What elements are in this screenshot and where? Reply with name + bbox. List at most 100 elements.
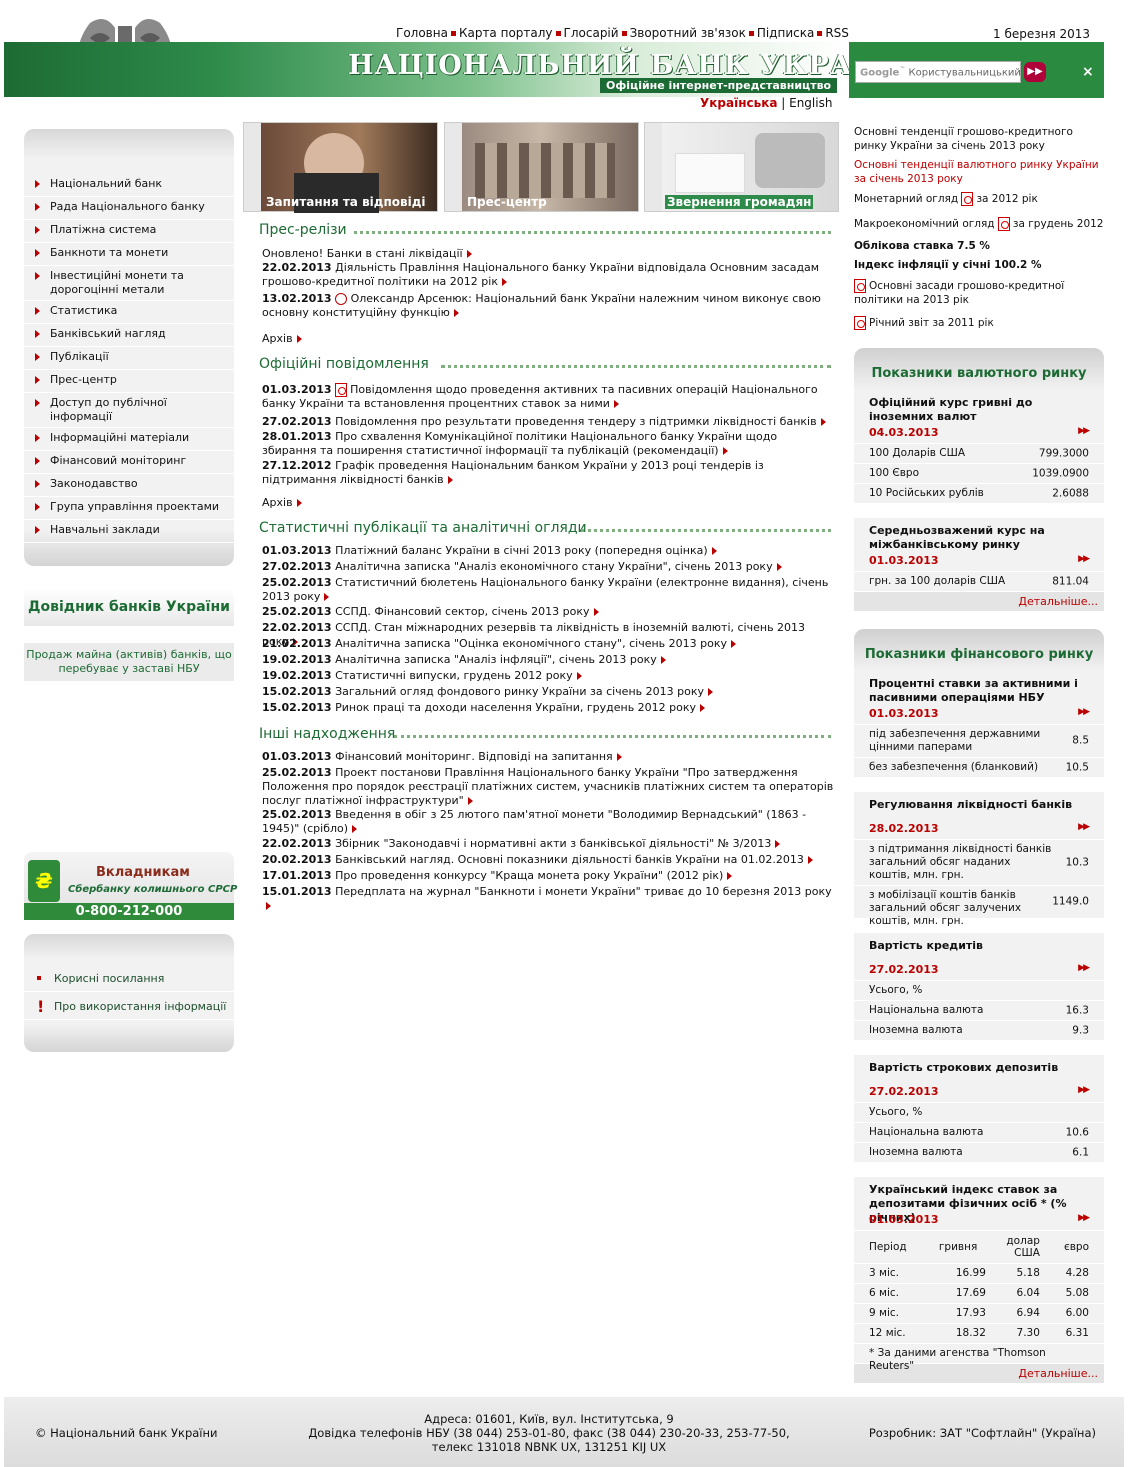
photo-press-center[interactable]: Прес-центр	[444, 122, 639, 212]
double-arrow-icon: ▶▶	[1078, 426, 1090, 436]
deposit-row: Національна валюта 10.6	[854, 1123, 1104, 1143]
archive-link[interactable]: Архів	[262, 332, 834, 346]
rates-date[interactable]: 01.03.2013 ▶▶	[854, 703, 1104, 725]
rate-row: під забезпечення державними цінними папе…	[854, 725, 1104, 758]
news-item[interactable]: 19.02.2013 Аналітична записка "Аналіз ін…	[262, 653, 834, 667]
news-item[interactable]: 27.02.2013 Повідомлення про результати п…	[262, 415, 834, 429]
section-official[interactable]: Офіційні повідомлення	[259, 356, 831, 372]
news-item[interactable]: 27.12.2012 Графік проведення Національни…	[262, 459, 834, 487]
news-item[interactable]: 27.02.2013 Аналітична записка "Аналіз ек…	[262, 560, 834, 574]
menu-item[interactable]: Інвестиційні монети та дорогоцінні метал…	[24, 266, 234, 301]
asset-sale-link[interactable]: Продаж майна (активів) банків, що перебу…	[24, 643, 234, 681]
nav-glossary[interactable]: Глосарій	[564, 26, 619, 40]
news-item[interactable]: 19.02.2013 Статистичні випуски, грудень …	[262, 669, 834, 683]
menu-item[interactable]: Банківський нагляд	[24, 324, 234, 347]
menu-item[interactable]: Національний банк	[24, 174, 234, 197]
liquidity-label: Регулювання ліквідності банків	[869, 798, 1073, 811]
news-item[interactable]: 01.03.2013 Повідомлення щодо проведення …	[262, 383, 834, 411]
rates-label: Процентні ставки за активними і пасивним…	[869, 677, 1078, 704]
photo-citizens-appeals[interactable]: Звернення громадян	[644, 122, 839, 212]
nav-feedback[interactable]: Зворотний зв'язок	[630, 26, 746, 40]
info-usage-link[interactable]: ! Про використання інформації	[24, 994, 234, 1020]
section-title: Прес-релізи	[259, 222, 347, 238]
double-arrow-icon: ▶▶	[1078, 1213, 1090, 1223]
news-item[interactable]: 25.02.2013 ССПД. Фінансовий сектор, січе…	[262, 605, 834, 619]
liquidity-row: з підтримання ліквідності банків загальн…	[854, 840, 1104, 886]
news-item[interactable]: 01.03.2013 Фінансовий моніторинг. Відпов…	[262, 750, 834, 764]
developer-link[interactable]: Розробник: ЗАТ "Софтлайн" (Україна)	[869, 1426, 1096, 1440]
section-press-releases[interactable]: Прес-релізи	[259, 222, 831, 238]
close-icon[interactable]: ×	[1082, 64, 1094, 80]
trends-fx-link[interactable]: Основні тенденції валютного ринку Україн…	[854, 158, 1104, 186]
main-menu: Національний банк Рада Національного бан…	[24, 129, 234, 566]
pdf-icon	[997, 217, 1010, 231]
nav-home[interactable]: Головна	[396, 26, 448, 40]
news-item[interactable]: 15.02.2013 Ринок праці та доходи населен…	[262, 701, 834, 715]
deposit-row: Усього, %	[854, 1103, 1104, 1123]
search-button[interactable]: ▶▶	[1024, 62, 1046, 82]
menu-item[interactable]: Інформаційні матеріали	[24, 428, 234, 451]
news-item[interactable]: 15.02.2013 Загальний огляд фондового рин…	[262, 685, 834, 699]
useful-links-panel: Корисні посилання ! Про використання інфо…	[24, 934, 234, 1052]
liquidity-date[interactable]: 28.02.2013 ▶▶	[854, 818, 1104, 840]
menu-item[interactable]: Доступ до публічної інформації	[24, 393, 234, 428]
double-arrow-icon: ▶▶	[1078, 963, 1090, 973]
news-item[interactable]: 01.03.2013 Платіжний баланс України в сі…	[262, 544, 834, 558]
index-date[interactable]: 01.03.2013 ▶▶	[854, 1209, 1104, 1231]
trends-credit-link[interactable]: Основні тенденції грошово-кредитного рин…	[854, 125, 1104, 153]
news-item[interactable]: 13.02.2013 Олександр Арсенюк: Національн…	[262, 292, 834, 320]
lang-ukrainian[interactable]: Українська	[700, 96, 777, 110]
section-statistics[interactable]: Статистичні публікації та аналітичні огл…	[259, 520, 831, 536]
news-item[interactable]: 25.02.2013 Статистичний бюлетень Націона…	[262, 576, 834, 604]
news-item[interactable]: 20.02.2013 Банківський нагляд. Основні п…	[262, 853, 834, 867]
news-item[interactable]: 28.01.2013 Про схвалення Комунікаційної …	[262, 430, 834, 458]
macro-review-link[interactable]: Макроекономічний огляд за грудень 2012	[854, 217, 1104, 231]
address: Адреса: 01601, Київ, вул. Інститутська, …	[424, 1412, 674, 1426]
phones: Довідка телефонів НБУ (38 044) 253-01-80…	[308, 1426, 790, 1440]
deposits-date[interactable]: 27.02.2013 ▶▶	[854, 1081, 1104, 1103]
archive-link[interactable]: Архів	[262, 496, 834, 510]
nav-subscribe[interactable]: Підписка	[757, 26, 815, 40]
menu-item[interactable]: Рада Національного банку	[24, 197, 234, 220]
menu-item[interactable]: Статистика	[24, 301, 234, 324]
news-item[interactable]: 25.02.2013 Проект постанови Правління На…	[262, 766, 834, 808]
news-item[interactable]: 22.02.2013 Збірник "Законодавчі і нормат…	[262, 837, 834, 851]
news-item[interactable]: 15.01.2013 Передплата на журнал "Банкнот…	[262, 885, 834, 913]
interbank-rate-date[interactable]: 01.03.2013 ▶▶	[854, 550, 1104, 572]
menu-item[interactable]: Законодавство	[24, 474, 234, 497]
photo-press-label: Прес-центр	[467, 195, 547, 209]
col-header: гривня	[938, 1240, 978, 1253]
deposits-label: Вартість строкових депозитів	[869, 1061, 1059, 1074]
news-item[interactable]: 21.02.2013 Аналітична записка "Оцінка ек…	[262, 637, 834, 651]
video-icon	[335, 293, 348, 305]
news-item[interactable]: 22.02.2013 Діяльність Правління Націонал…	[262, 261, 834, 289]
pdf-icon	[961, 192, 974, 206]
useful-links[interactable]: Корисні посилання	[24, 966, 234, 992]
bank-directory-link[interactable]: Довідник банків України	[24, 588, 234, 626]
lang-english[interactable]: English	[789, 96, 832, 110]
news-item[interactable]: Оновлено! Банки в стані ліквідації	[262, 247, 834, 261]
fx-row: грн. за 100 доларів США 811.04	[854, 572, 1104, 592]
credits-date[interactable]: 27.02.2013 ▶▶	[854, 959, 1104, 981]
search-input[interactable]: Google™ Користувальницький пошук	[855, 61, 1021, 83]
menu-item[interactable]: Фінансовий моніторинг	[24, 451, 234, 474]
photo-qa[interactable]: Запитання та відповіді	[243, 122, 438, 213]
details-link[interactable]: Детальніше...	[854, 592, 1104, 611]
news-item[interactable]: 25.02.2013 Введення в обіг з 25 лютого п…	[262, 808, 834, 836]
menu-item[interactable]: Навчальні заклади	[24, 520, 234, 543]
nav-rss[interactable]: RSS	[825, 26, 849, 40]
menu-item[interactable]: Банкноти та монети	[24, 243, 234, 266]
menu-item[interactable]: Платіжна система	[24, 220, 234, 243]
monetary-review-link[interactable]: Монетарний огляд за 2012 рік	[854, 192, 1104, 206]
annual-report-link[interactable]: Річний звіт за 2011 рік	[854, 316, 1104, 330]
hotline-phone: 0-800-212-000	[24, 903, 234, 920]
menu-item[interactable]: Публікації	[24, 347, 234, 370]
policy-basics-link[interactable]: Основні засади грошово-кредитної політик…	[854, 279, 1104, 307]
news-item[interactable]: 17.01.2013 Про проведення конкурсу "Кращ…	[262, 869, 834, 883]
double-arrow-icon: ▶▶	[1078, 1085, 1090, 1095]
section-other[interactable]: Інші надходження	[259, 726, 831, 742]
menu-item[interactable]: Прес-центр	[24, 370, 234, 393]
official-rate-date[interactable]: 04.03.2013 ▶▶	[854, 422, 1104, 444]
menu-item[interactable]: Група управління проектами	[24, 497, 234, 520]
nav-sitemap[interactable]: Карта порталу	[459, 26, 553, 40]
